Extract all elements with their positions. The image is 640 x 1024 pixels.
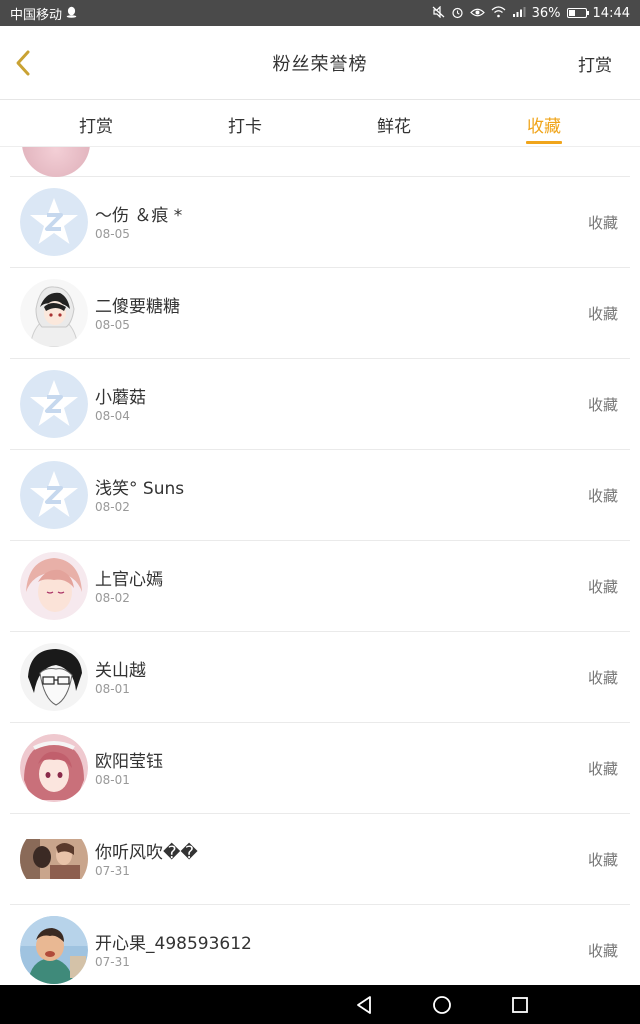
avatar xyxy=(20,825,88,893)
signal-icon xyxy=(512,6,526,20)
manga-glasses-avatar-icon xyxy=(20,643,88,711)
nav-back-button[interactable] xyxy=(352,993,376,1017)
user-name: ～伤 ＆痕 * xyxy=(95,206,183,226)
user-name: 关山越 xyxy=(95,661,146,681)
avatar xyxy=(20,370,88,438)
favorite-label: 收藏 xyxy=(587,760,618,778)
list-item[interactable]: 浅笑° Suns 08-02 收藏 xyxy=(10,450,630,541)
anime-boy-avatar-icon xyxy=(20,279,88,347)
favorite-label: 收藏 xyxy=(587,396,618,414)
list-item[interactable]: 欧阳莹钰 08-01 收藏 xyxy=(10,723,630,814)
favorite-label: 收藏 xyxy=(587,487,618,505)
avatar xyxy=(22,147,90,177)
nav-recents-button[interactable] xyxy=(508,993,532,1017)
tab-label: 打卡 xyxy=(228,116,262,137)
avatar xyxy=(20,734,88,802)
avatar xyxy=(20,279,88,347)
chevron-left-icon xyxy=(16,50,30,76)
battery-percent: 36% xyxy=(531,5,561,21)
active-tab-indicator xyxy=(526,141,562,144)
list-item[interactable]: 二傻要糖糖 08-05 收藏 xyxy=(10,268,630,359)
user-name: 开心果_498593612 xyxy=(95,934,252,954)
favorite-label: 收藏 xyxy=(587,669,618,687)
user-name: 上官心嫣 xyxy=(95,570,163,590)
eye-icon xyxy=(469,7,485,20)
list-item-partial[interactable] xyxy=(10,147,630,177)
date: 08-02 xyxy=(95,500,130,514)
status-bar: 中国移动 36% 14:44 xyxy=(0,0,640,26)
page-title: 粉丝荣誉榜 xyxy=(272,53,368,75)
wifi-icon xyxy=(491,6,506,20)
date: 07-31 xyxy=(95,955,130,969)
status-left: 中国移动 xyxy=(10,4,77,23)
user-name: 欧阳莹钰 xyxy=(95,752,163,772)
tab-checkin[interactable]: 打卡 xyxy=(205,101,285,147)
tab-label: 鲜花 xyxy=(377,116,411,137)
home-circle-icon xyxy=(433,996,451,1014)
qq-icon xyxy=(66,6,77,20)
favorite-label: 收藏 xyxy=(587,578,618,596)
anime-pink-hair-avatar-icon xyxy=(20,552,88,620)
default-qq-avatar-icon xyxy=(20,370,88,438)
tab-reward[interactable]: 打赏 xyxy=(56,101,136,147)
default-qq-avatar-icon xyxy=(20,461,88,529)
recents-square-icon xyxy=(512,997,528,1013)
user-name: 你听风吹�� xyxy=(95,843,198,863)
avatar xyxy=(20,643,88,711)
favorite-label: 收藏 xyxy=(587,305,618,323)
alarm-icon xyxy=(451,6,464,21)
user-name: 小蘑菇 xyxy=(95,388,146,408)
tab-label: 收藏 xyxy=(527,116,561,137)
favorite-label: 收藏 xyxy=(587,214,618,232)
favorite-label: 收藏 xyxy=(587,942,618,960)
header: 粉丝荣誉榜 打赏 xyxy=(0,26,640,100)
status-right: 36% 14:44 xyxy=(432,6,630,21)
date: 08-04 xyxy=(95,409,130,423)
default-qq-avatar-icon xyxy=(20,188,88,256)
back-triangle-icon xyxy=(357,996,371,1014)
tab-flowers[interactable]: 鲜花 xyxy=(354,101,434,147)
user-name: 二傻要糖糖 xyxy=(95,297,180,317)
date: 08-05 xyxy=(95,227,130,241)
system-nav-bar xyxy=(0,985,640,1024)
battery-fill xyxy=(568,10,575,16)
favorite-label: 收藏 xyxy=(587,851,618,869)
back-button[interactable] xyxy=(6,46,40,80)
list-item[interactable]: ～伤 ＆痕 * 08-05 收藏 xyxy=(10,177,630,268)
date: 08-02 xyxy=(95,591,130,605)
list-item[interactable]: 开心果_498593612 07-31 收藏 xyxy=(10,905,630,985)
date: 08-01 xyxy=(95,682,130,696)
avatar xyxy=(20,916,88,984)
user-name: 浅笑° Suns xyxy=(95,479,185,499)
mute-icon xyxy=(432,5,445,20)
avatar xyxy=(20,552,88,620)
nav-home-button[interactable] xyxy=(430,993,454,1017)
date: 07-31 xyxy=(95,864,130,878)
list-item[interactable]: 小蘑菇 08-04 收藏 xyxy=(10,359,630,450)
date: 08-05 xyxy=(95,318,130,332)
photo-couple-avatar-icon xyxy=(20,825,88,893)
date: 08-01 xyxy=(95,773,130,787)
photo-child-avatar-icon xyxy=(20,916,88,984)
list-item[interactable]: 你听风吹�� 07-31 收藏 xyxy=(10,814,630,905)
list-item[interactable]: 上官心嫣 08-02 收藏 xyxy=(10,541,630,632)
fan-list[interactable]: ～伤 ＆痕 * 08-05 收藏 二傻要糖糖 08-05 收藏 小蘑菇 08-0… xyxy=(0,147,640,985)
avatar xyxy=(20,188,88,256)
tab-label: 打赏 xyxy=(79,116,113,137)
reward-button[interactable]: 打赏 xyxy=(578,51,612,76)
anime-red-hair-avatar-icon xyxy=(20,734,88,802)
battery-icon xyxy=(566,8,589,18)
tab-bar: 打赏 打卡 鲜花 收藏 xyxy=(0,101,640,147)
avatar xyxy=(20,461,88,529)
tab-favorites[interactable]: 收藏 xyxy=(504,101,584,147)
clock: 14:44 xyxy=(592,5,630,21)
list-item[interactable]: 关山越 08-01 收藏 xyxy=(10,632,630,723)
carrier-name: 中国移动 xyxy=(10,7,63,23)
